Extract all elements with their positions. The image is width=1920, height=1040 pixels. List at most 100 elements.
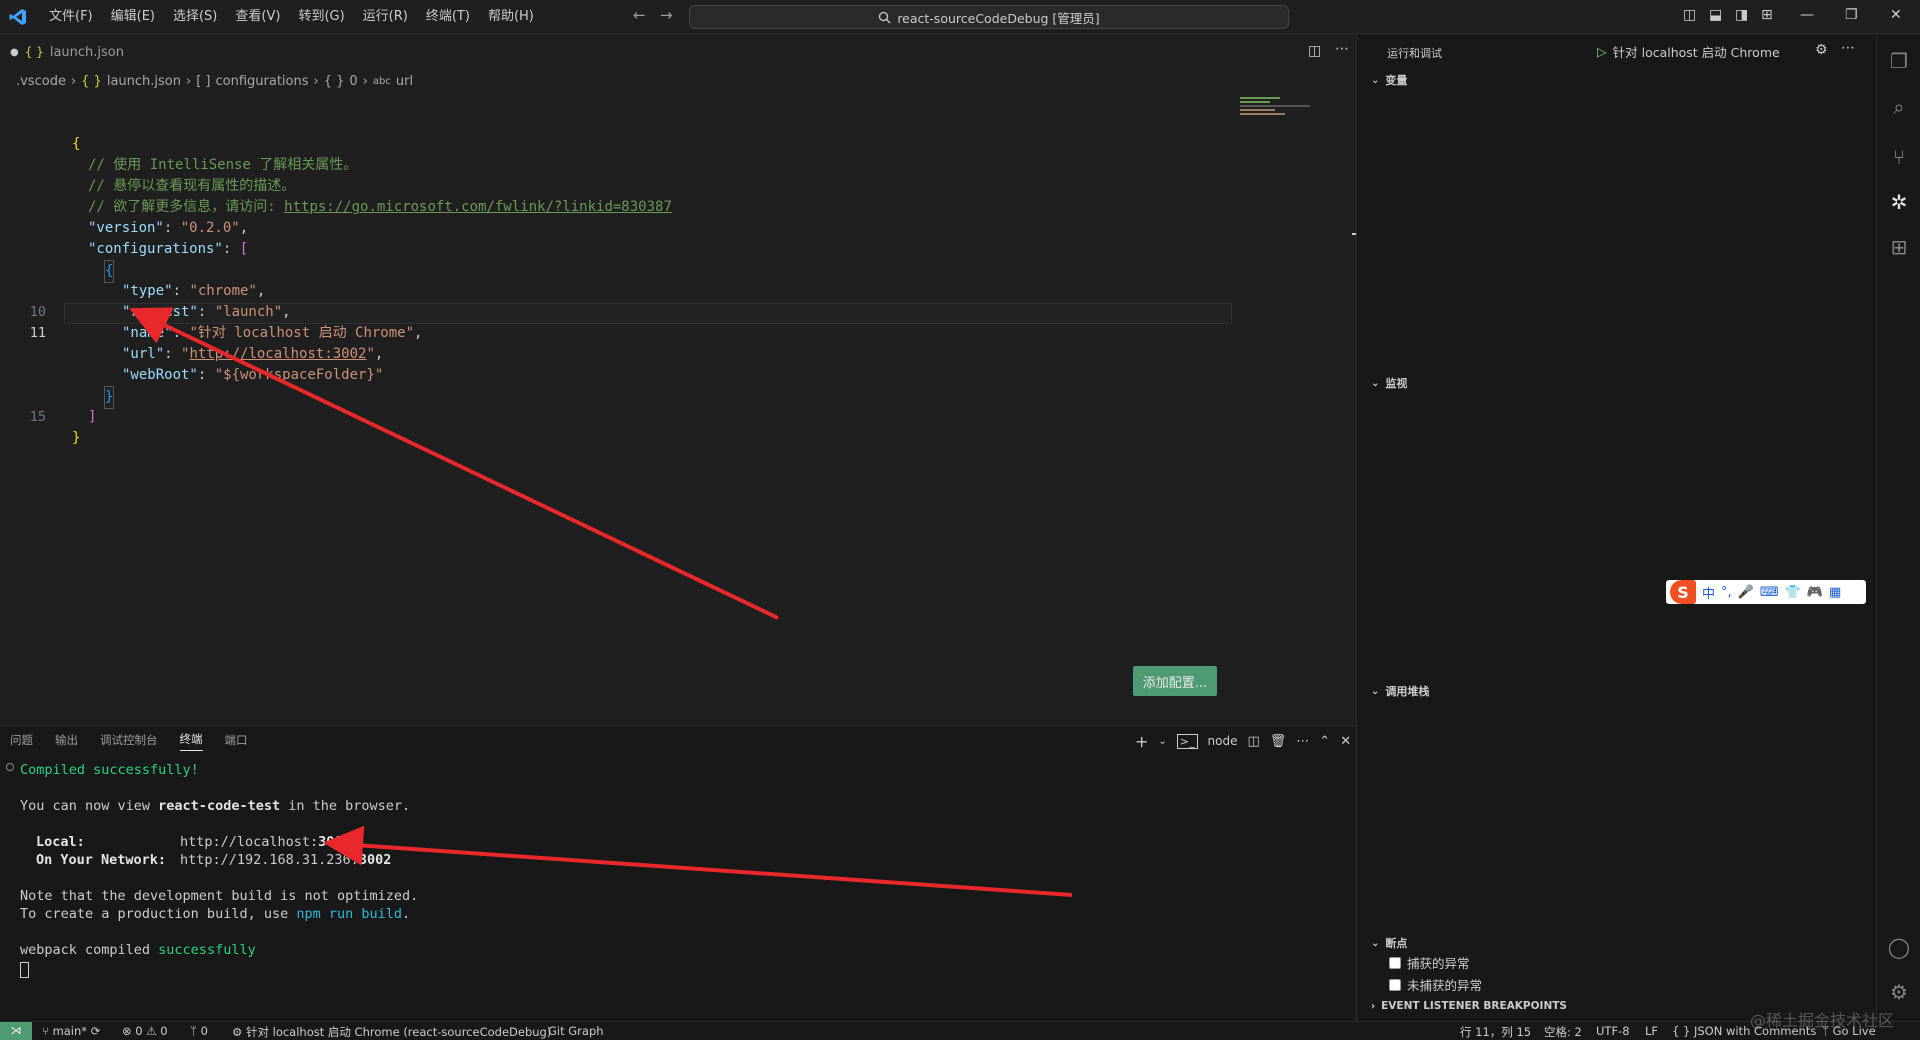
editor-tab-bar: ● { } launch.json ◫ ⋯ xyxy=(0,35,1355,69)
git-graph-status[interactable]: Git Graph xyxy=(548,1024,604,1038)
cursor-position[interactable]: 行 11，列 15 xyxy=(1460,1024,1531,1040)
ime-lang-indicator[interactable]: 中 xyxy=(1702,583,1715,602)
customize-layout-icon[interactable]: ⊞ xyxy=(1761,7,1773,23)
breadcrumb-vscode[interactable]: .vscode xyxy=(16,74,66,89)
code-line: "version": "0.2.0", xyxy=(88,220,249,236)
menu-edit[interactable]: 编辑(E) xyxy=(102,0,164,34)
source-control-icon[interactable]: ⑂ xyxy=(1887,145,1911,169)
indentation-status[interactable]: 空格: 2 xyxy=(1544,1024,1582,1040)
close-window-icon[interactable]: ✕ xyxy=(1890,7,1902,23)
toggle-primary-sidebar-icon[interactable]: ◫ xyxy=(1683,7,1696,23)
breakpoint-caught-exceptions[interactable]: 捕获的异常 xyxy=(1389,953,1470,972)
terminal-local-url[interactable]: http://localhost:3002 xyxy=(180,833,351,851)
terminal-status-circle-icon xyxy=(6,763,14,771)
search-icon[interactable]: ⌕ xyxy=(1887,95,1911,119)
menu-file[interactable]: 文件(F) xyxy=(40,0,102,34)
command-center-search[interactable]: react-sourceCodeDebug [管理员] xyxy=(689,5,1289,29)
back-arrow-icon[interactable]: ← xyxy=(633,6,646,24)
new-terminal-icon[interactable]: + xyxy=(1135,732,1148,751)
menu-help[interactable]: 帮助(H) xyxy=(479,0,543,34)
code-line: // 欲了解更多信息，请访问: https://go.microsoft.com… xyxy=(88,199,672,215)
code-editor[interactable]: { // 使用 IntelliSense 了解相关属性。 // 悬停以查看现有属… xyxy=(0,92,1355,712)
tab-ports[interactable]: 端口 xyxy=(225,732,248,751)
code-line: 11 "url": "http://localhost:3002", xyxy=(29,325,384,362)
account-icon[interactable]: ◯ xyxy=(1887,935,1911,959)
run-debug-icon[interactable]: ✲ xyxy=(1887,190,1911,214)
start-debugging-button[interactable]: ▷ 针对 localhost 启动 Chrome xyxy=(1597,42,1780,61)
restore-icon[interactable]: ❐ xyxy=(1845,7,1858,23)
section-event-listener-breakpoints[interactable]: › EVENT LISTENER BREAKPOINTS xyxy=(1371,1000,1567,1012)
tab-problems[interactable]: 问题 xyxy=(10,732,33,751)
more-actions-icon[interactable]: ⋯ xyxy=(1335,41,1349,57)
breakpoint-uncaught-exceptions[interactable]: 未捕获的异常 xyxy=(1389,975,1482,994)
split-terminal-icon[interactable]: ◫ xyxy=(1247,734,1259,749)
menu-run[interactable]: 运行(R) xyxy=(354,0,417,34)
toggle-secondary-sidebar-icon[interactable]: ◨ xyxy=(1735,7,1748,23)
code-line: // 悬停以查看现有属性的描述。 xyxy=(88,178,296,194)
split-editor-icon[interactable]: ◫ xyxy=(1308,43,1321,59)
problems-status[interactable]: ⊗ 0 ⚠ 0 xyxy=(122,1024,168,1038)
chevron-down-icon[interactable]: ⌄ xyxy=(1158,736,1166,747)
breadcrumb-url[interactable]: url xyxy=(396,74,413,89)
section-watch[interactable]: ⌄ 监视 xyxy=(1371,375,1407,391)
add-configuration-button[interactable]: 添加配置... xyxy=(1133,666,1217,696)
explorer-icon[interactable]: ❐ xyxy=(1887,49,1911,73)
code-line: ] xyxy=(88,409,97,425)
menu-view[interactable]: 查看(V) xyxy=(226,0,289,34)
section-breakpoints[interactable]: ⌄ 断点 xyxy=(1371,935,1407,951)
forward-arrow-icon[interactable]: → xyxy=(660,6,673,24)
ime-toolbar[interactable]: S 中 °, 🎤 ⌨ 👕 🎮 ▦ xyxy=(1666,580,1866,604)
more-actions-icon[interactable]: ⋯ xyxy=(1296,734,1309,749)
panel-actions: + ⌄ >_ node ◫ 🗑 ⋯ ⌃ ✕ xyxy=(1135,726,1351,752)
debug-status[interactable]: ⚙ 针对 localhost 启动 Chrome (react-sourceCo… xyxy=(232,1024,551,1040)
code-line: // 使用 IntelliSense 了解相关属性。 xyxy=(88,157,358,173)
checkbox[interactable] xyxy=(1389,956,1401,969)
tab-debug-console[interactable]: 调试控制台 xyxy=(100,732,158,751)
minimap[interactable] xyxy=(1240,95,1315,119)
tab-launch-json[interactable]: ● { } launch.json xyxy=(0,35,134,69)
tab-terminal[interactable]: 终端 xyxy=(179,731,203,751)
punctuation-icon[interactable]: °, xyxy=(1721,585,1732,600)
gear-icon[interactable]: ⚙ xyxy=(1815,42,1828,58)
remote-indicator-icon[interactable]: ⋊ xyxy=(0,1022,32,1040)
menu-go[interactable]: 转到(G) xyxy=(289,0,353,34)
maximize-panel-icon[interactable]: ⌃ xyxy=(1319,734,1330,749)
ports-status[interactable]: ᛘ 0 xyxy=(190,1024,208,1038)
menu-terminal[interactable]: 终端(T) xyxy=(417,0,479,34)
eol-status[interactable]: LF xyxy=(1645,1024,1658,1038)
skin-icon[interactable]: 👕 xyxy=(1785,585,1801,600)
extensions-icon[interactable]: ⊞ xyxy=(1887,235,1911,259)
tab-output[interactable]: 输出 xyxy=(55,732,78,751)
encoding-status[interactable]: UTF-8 xyxy=(1596,1024,1630,1038)
branch-status[interactable]: ⑂ main* ⟳ xyxy=(42,1024,100,1038)
code-line: "configurations": [ xyxy=(88,241,249,257)
close-panel-icon[interactable]: ✕ xyxy=(1340,734,1351,749)
keyboard-icon[interactable]: ⌨ xyxy=(1760,585,1779,600)
game-icon[interactable]: 🎮 xyxy=(1807,585,1823,600)
code-line: } xyxy=(0,344,1230,409)
menu-selection[interactable]: 选择(S) xyxy=(164,0,226,34)
checkbox[interactable] xyxy=(1389,978,1401,991)
toolbox-icon[interactable]: ▦ xyxy=(1829,585,1841,600)
toggle-panel-icon[interactable]: ⬓ xyxy=(1709,7,1722,23)
trash-icon[interactable]: 🗑 xyxy=(1270,734,1287,749)
minimize-icon[interactable]: — xyxy=(1800,7,1814,23)
json-file-icon: { } xyxy=(24,45,44,59)
chevron-down-icon: ⌄ xyxy=(1371,74,1380,86)
breadcrumb-launch[interactable]: launch.json xyxy=(107,74,181,89)
microphone-icon[interactable]: 🎤 xyxy=(1738,585,1754,600)
terminal-shell-label[interactable]: node xyxy=(1208,734,1238,748)
array-icon: [ ] xyxy=(196,73,211,89)
terminal-cursor[interactable] xyxy=(20,962,29,978)
terminal-network-url[interactable]: http://192.168.31.236:3002 xyxy=(180,851,391,869)
section-callstack[interactable]: ⌄ 调用堆栈 xyxy=(1371,683,1429,699)
watermark: @稀土掘金技术社区 xyxy=(1750,1011,1895,1030)
manage-gear-icon[interactable]: ⚙ xyxy=(1887,980,1911,1004)
breadcrumb-configurations[interactable]: configurations xyxy=(215,74,308,89)
terminal-icon: >_ xyxy=(1176,733,1198,749)
breadcrumb-index[interactable]: 0 xyxy=(349,74,357,89)
status-bar: ⋊ ⑂ main* ⟳ ⊗ 0 ⚠ 0 ᛘ 0 ⚙ 针对 localhost 启… xyxy=(0,1021,1920,1040)
more-actions-icon[interactable]: ⋯ xyxy=(1841,40,1855,56)
section-variables[interactable]: ⌄ 变量 xyxy=(1371,72,1407,88)
code-line: "webRoot": "${workspaceFolder}" xyxy=(122,367,384,383)
